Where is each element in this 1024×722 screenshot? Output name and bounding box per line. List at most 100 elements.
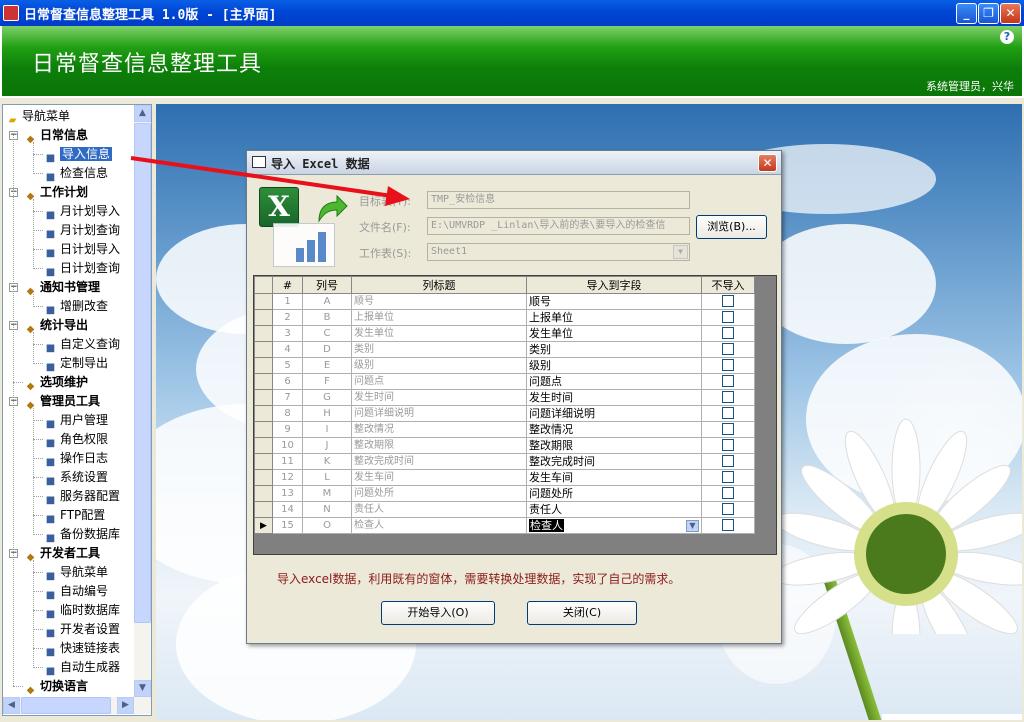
row-selector[interactable] [254,389,273,406]
skip-checkbox[interactable] [722,518,734,531]
tree-group[interactable]: ◆ 管理员工具 [23,392,100,411]
row-selector[interactable] [254,405,273,422]
row-selector[interactable] [254,357,273,374]
sheet-select[interactable]: Sheet1 ▼ [427,243,690,261]
tree-item[interactable]: ■ 日计划查询 [43,259,120,278]
target-field-cell[interactable]: 顺号 [526,293,702,310]
row-selector[interactable] [254,373,273,390]
row-selector[interactable] [254,325,273,342]
target-field-cell[interactable]: 责任人 [526,501,702,518]
tree-item[interactable]: ■ 定制导出 [43,354,108,373]
browse-button[interactable]: 浏览(B)... [696,215,767,239]
target-field-combo[interactable]: 检查人 ▼ [526,517,702,534]
tree-group[interactable]: ◆ 切换语言 [23,677,88,696]
target-field-cell[interactable]: 问题处所 [526,485,702,502]
target-field-cell[interactable]: 问题点 [526,373,702,390]
table-row[interactable]: 10 J 整改期限 整改期限 [254,437,755,454]
tree-item[interactable]: ■ 导入信息 [43,145,113,164]
file-name-field[interactable]: E:\UMVRDP _Linlan\导入前的表\要导入的检查信 [427,217,690,235]
skip-checkbox[interactable] [722,358,734,371]
tree-horizontal-scrollbar[interactable]: ◀ ▶ [3,697,151,714]
row-selector[interactable] [254,453,273,470]
chevron-down-icon[interactable]: ▼ [686,519,699,532]
table-row[interactable]: 5 E 级别 级别 [254,357,755,374]
table-row[interactable]: 7 G 发生时间 发生时间 [254,389,755,406]
row-selector[interactable] [254,421,273,438]
skip-checkbox[interactable] [722,438,734,451]
help-icon[interactable]: ? [1000,30,1014,44]
tree-item[interactable]: ■ 操作日志 [43,449,108,468]
tree-root[interactable]: ▰ 导航菜单 [5,107,70,126]
skip-checkbox[interactable] [722,374,734,387]
tree-item[interactable]: ■ 日计划导入 [43,240,120,259]
tree-item[interactable]: ■ 临时数据库 [43,601,120,620]
scroll-up-button[interactable]: ▲ [134,105,151,122]
tree-group[interactable]: ◆ 通知书管理 [23,278,100,297]
tree-item[interactable]: ■ 增删改查 [43,297,108,316]
target-field-cell[interactable]: 问题详细说明 [526,405,702,422]
table-row[interactable]: 8 H 问题详细说明 问题详细说明 [254,405,755,422]
tree-item[interactable]: ■ 月计划查询 [43,221,120,240]
target-table-field[interactable]: TMP_安检信息 [427,191,690,209]
target-field-cell[interactable]: 发生单位 [526,325,702,342]
tree-item[interactable]: ■ 角色权限 [43,430,108,449]
tree-item[interactable]: ■ 开发者设置 [43,620,120,639]
tree-item[interactable]: ■ 自定义查询 [43,335,120,354]
close-window-button[interactable]: ✕ [1000,3,1021,24]
target-field-cell[interactable]: 发生车间 [526,469,702,486]
tree-item[interactable]: ■ 快速链接表 [43,639,120,658]
tree-item[interactable]: ■ 自动生成器 [43,658,120,677]
tree-item[interactable]: ■ 系统设置 [43,468,108,487]
row-selector[interactable] [254,437,273,454]
target-field-cell[interactable]: 级别 [526,357,702,374]
table-row[interactable]: 11 K 整改完成时间 整改完成时间 [254,453,755,470]
row-selector[interactable] [254,485,273,502]
skip-checkbox[interactable] [722,486,734,499]
row-selector[interactable] [254,309,273,326]
tree-item[interactable]: ■ 备份数据库 [43,525,120,544]
tree-item[interactable]: ■ 自动编号 [43,582,108,601]
table-row[interactable]: 1 A 顺号 顺号 [254,293,755,310]
scroll-thumb[interactable] [134,123,151,623]
skip-checkbox[interactable] [722,454,734,467]
table-row[interactable]: 6 F 问题点 问题点 [254,373,755,390]
tree-vertical-scrollbar[interactable]: ▲ ▼ [134,105,151,697]
row-selector[interactable] [254,469,273,486]
hscroll-thumb[interactable] [21,697,111,714]
skip-checkbox[interactable] [722,342,734,355]
skip-checkbox[interactable] [722,422,734,435]
tree-item[interactable]: ■ 检查信息 [43,164,108,183]
restore-button[interactable]: ❐ [978,3,999,24]
tree-item[interactable]: ■ 服务器配置 [43,487,120,506]
table-row[interactable]: 14 N 责任人 责任人 [254,501,755,518]
skip-checkbox[interactable] [722,294,734,307]
target-field-cell[interactable]: 整改期限 [526,437,702,454]
dialog-close-button[interactable]: ✕ [758,154,777,172]
table-row[interactable]: 12 L 发生车间 发生车间 [254,469,755,486]
row-selector[interactable] [254,341,273,358]
table-row[interactable]: ▶ 15 O 检查人 检查人 ▼ [254,517,755,534]
row-selector[interactable] [254,293,273,310]
tree-group[interactable]: ◆ 开发者工具 [23,544,100,563]
skip-checkbox[interactable] [722,326,734,339]
scroll-down-button[interactable]: ▼ [134,680,151,697]
target-field-cell[interactable]: 整改情况 [526,421,702,438]
chevron-down-icon[interactable]: ▼ [673,245,688,259]
scroll-right-button[interactable]: ▶ [117,697,134,714]
tree-item[interactable]: ■ FTP配置 [43,506,106,525]
target-field-cell[interactable]: 整改完成时间 [526,453,702,470]
target-field-cell[interactable]: 上报单位 [526,309,702,326]
table-row[interactable]: 9 I 整改情况 整改情况 [254,421,755,438]
scroll-left-button[interactable]: ◀ [3,697,20,714]
tree-item[interactable]: ■ 用户管理 [43,411,108,430]
skip-checkbox[interactable] [722,406,734,419]
skip-checkbox[interactable] [722,470,734,483]
tree-group[interactable]: ◆ 选项维护 [23,373,88,392]
start-import-button[interactable]: 开始导入(O) [381,601,495,625]
table-row[interactable]: 3 C 发生单位 发生单位 [254,325,755,342]
tree-item[interactable]: ■ 月计划导入 [43,202,120,221]
table-row[interactable]: 13 M 问题处所 问题处所 [254,485,755,502]
row-selector[interactable] [254,501,273,518]
target-field-cell[interactable]: 发生时间 [526,389,702,406]
skip-checkbox[interactable] [722,310,734,323]
